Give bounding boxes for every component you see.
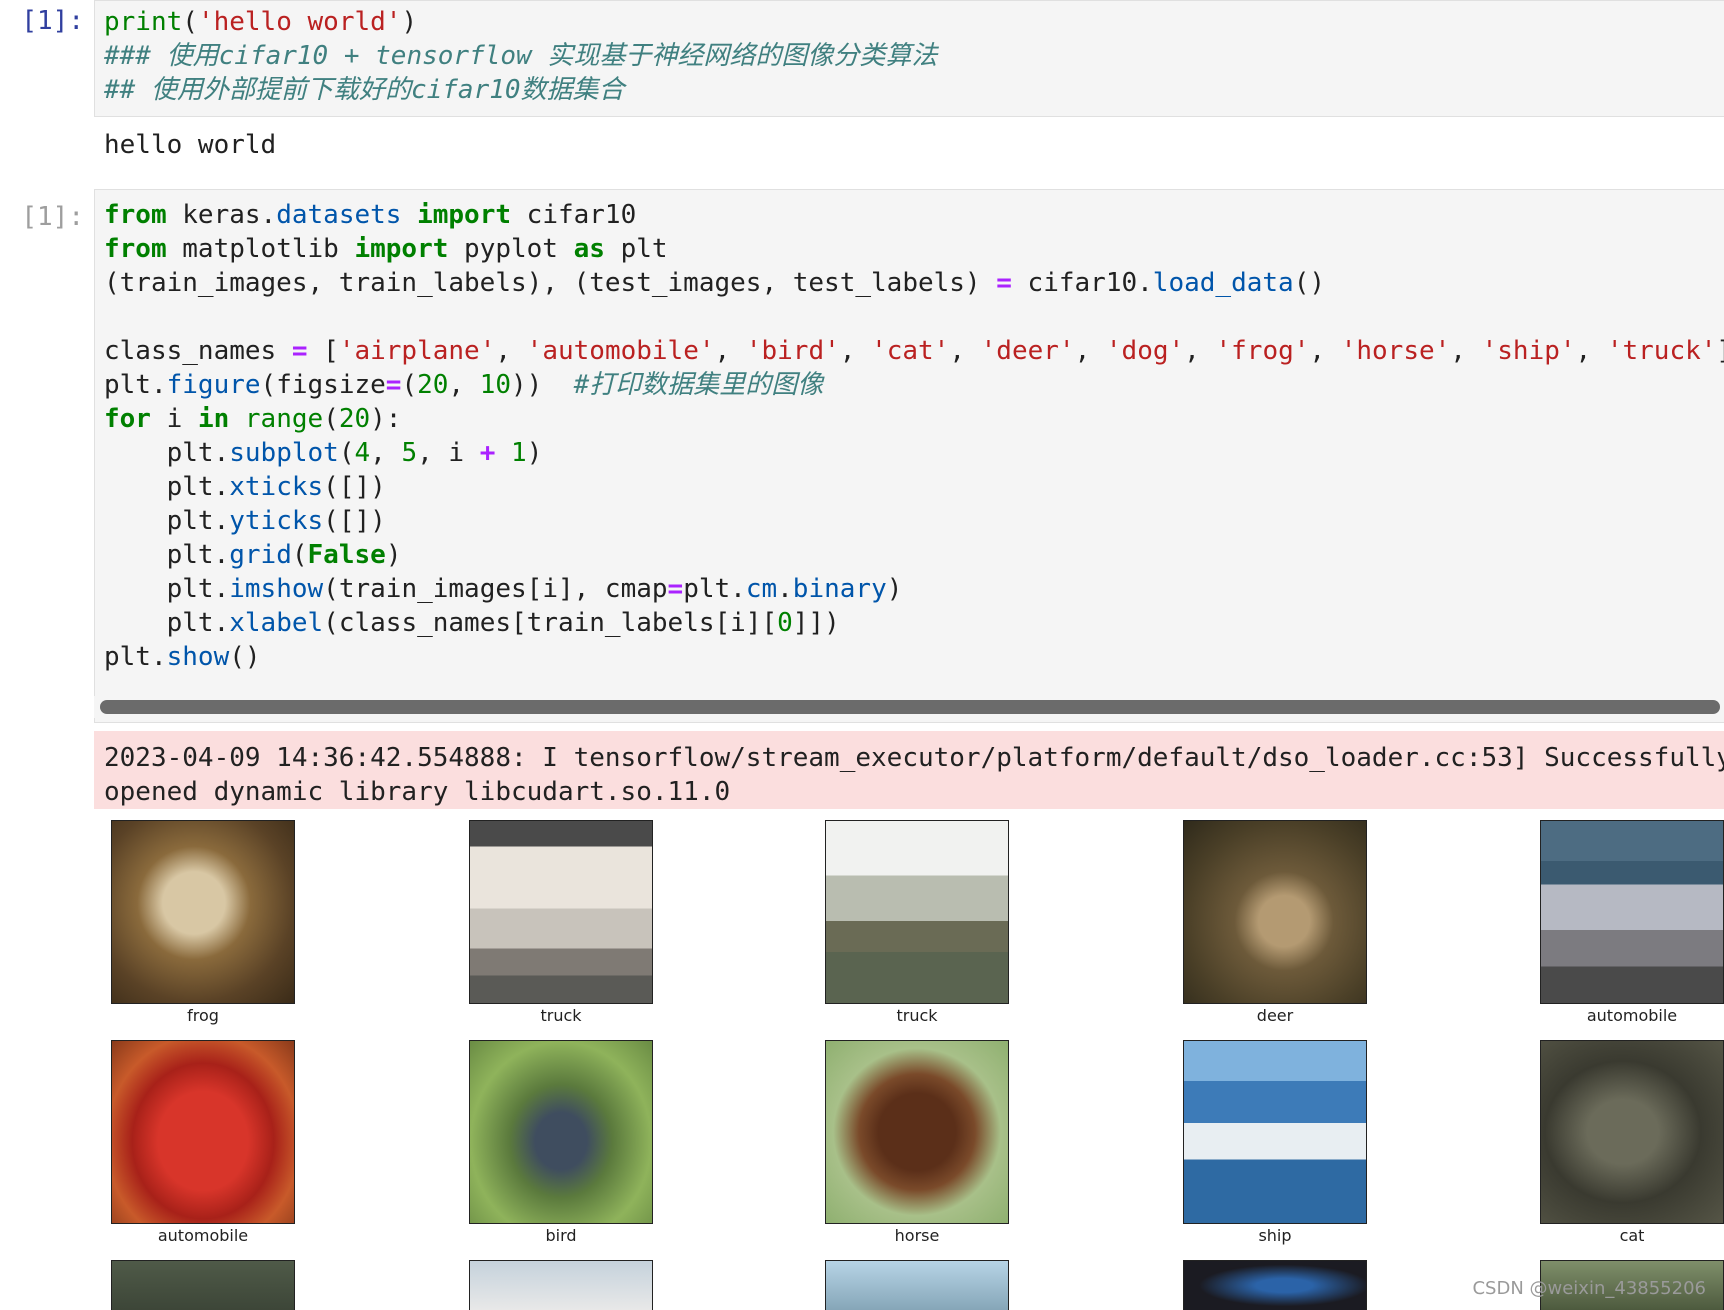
cifar-image-ship xyxy=(1183,1040,1367,1224)
cifar-image-automobile xyxy=(1540,820,1724,1004)
stderr-output: 2023-04-09 14:36:42.554888: I tensorflow… xyxy=(94,731,1724,809)
cifar-image-deer xyxy=(1183,820,1367,1004)
cifar-image-bird xyxy=(469,1040,653,1224)
image-label: truck xyxy=(540,1006,582,1025)
code-line: plt.grid(False) xyxy=(166,540,402,570)
code-line: for i in range(20): xyxy=(104,404,402,434)
code-line: plt.xlabel(class_names[train_labels[i][0… xyxy=(166,608,840,638)
code-line: print('hello world') xyxy=(104,7,418,37)
image-label: deer xyxy=(1256,1006,1294,1025)
watermark: CSDN @weixin_43855206 xyxy=(1472,1278,1706,1299)
stderr-line: 2023-04-09 14:36:42.554888: I tensorflow… xyxy=(104,743,1724,773)
cifar-image-truck xyxy=(469,820,653,1004)
code-line: plt.subplot(4, 5, i + 1) xyxy=(166,438,543,468)
image-label: cat xyxy=(1619,1226,1645,1245)
code-line: plt.yticks([]) xyxy=(166,506,386,536)
image-label: truck xyxy=(896,1006,938,1025)
cifar-image-frog xyxy=(111,820,295,1004)
code-comment: ### 使用cifar10 + tensorflow 实现基于神经网络的图像分类… xyxy=(104,41,938,71)
horizontal-scrollbar[interactable] xyxy=(94,696,1724,718)
cifar-image-truck xyxy=(825,820,1009,1004)
code-line: class_names = ['airplane', 'automobile',… xyxy=(104,336,1724,366)
image-label: automobile xyxy=(1586,1006,1678,1025)
cifar-image-automobile xyxy=(111,1040,295,1224)
code-comment: ## 使用外部提前下载好的cifar10数据集合 xyxy=(104,75,625,105)
stderr-line: opened dynamic library libcudart.so.11.0 xyxy=(104,777,731,807)
cifar-image xyxy=(1183,1260,1367,1310)
code-line: plt.show() xyxy=(104,642,261,672)
cifar-image xyxy=(111,1260,295,1310)
image-label: horse xyxy=(894,1226,940,1245)
cifar-image-horse xyxy=(825,1040,1009,1224)
cifar-image xyxy=(825,1260,1009,1310)
cell1-prompt: [1]: xyxy=(21,6,84,36)
cell2-code-editor[interactable]: from keras.datasets import cifar10 from … xyxy=(94,189,1724,723)
image-label: automobile xyxy=(157,1226,249,1245)
cell1-output: hello world xyxy=(104,130,277,160)
image-label: bird xyxy=(545,1226,577,1245)
code-line: (train_images, train_labels), (test_imag… xyxy=(104,268,1325,298)
cifar-image-cat xyxy=(1540,1040,1724,1224)
image-label: frog xyxy=(187,1006,219,1025)
code-line: from matplotlib import pyplot as plt xyxy=(104,234,668,264)
code-line: from keras.datasets import cifar10 xyxy=(104,200,637,230)
cifar-image xyxy=(469,1260,653,1310)
image-label: ship xyxy=(1258,1226,1292,1245)
scrollbar-thumb[interactable] xyxy=(100,700,1720,714)
cell1-code-editor[interactable]: print('hello world') ### 使用cifar10 + ten… xyxy=(94,0,1724,117)
code-line: plt.xticks([]) xyxy=(166,472,386,502)
code-line: plt.figure(figsize=(20, 10)) #打印数据集里的图像 xyxy=(104,370,824,400)
code-line: plt.imshow(train_images[i], cmap=plt.cm.… xyxy=(166,574,903,604)
cell2-prompt: [1]: xyxy=(21,202,84,232)
